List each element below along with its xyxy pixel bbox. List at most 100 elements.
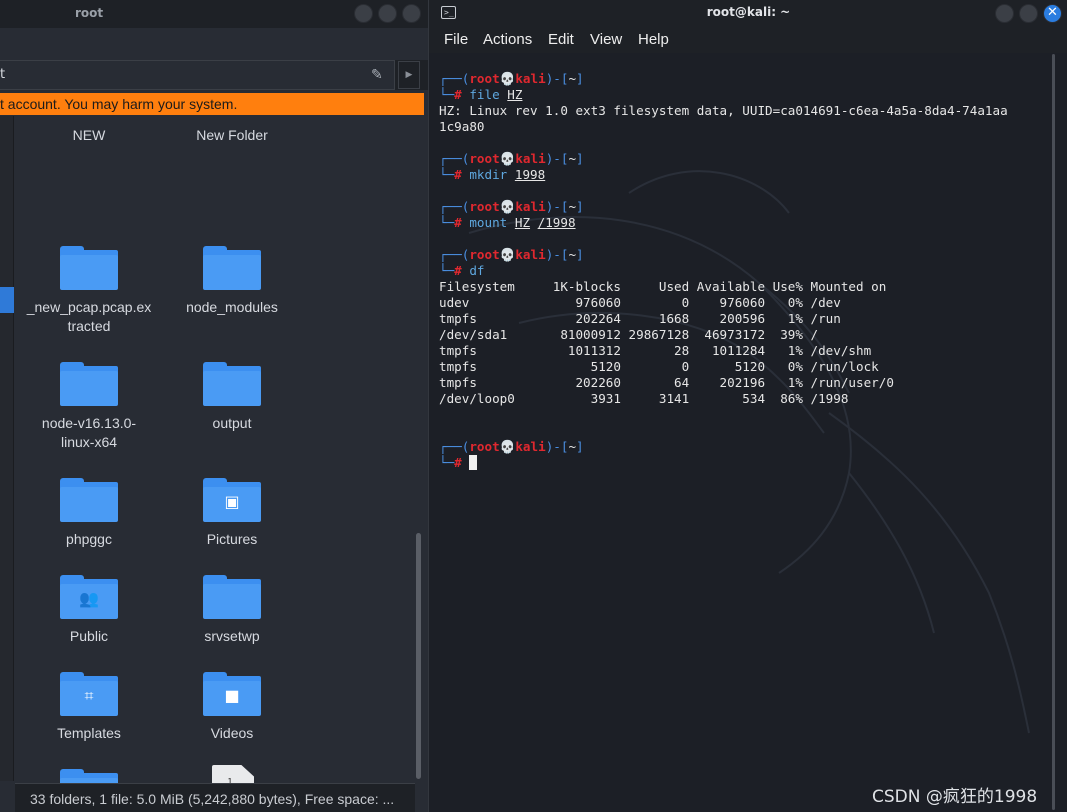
prompt-user-host: root💀kali: [469, 439, 546, 454]
prompt-dir: ~: [568, 199, 577, 214]
folder-icon: [60, 478, 118, 522]
terminal-cursor: [469, 455, 478, 470]
prompt-line: ┌──(root💀kali)-[~]: [439, 71, 1049, 87]
prompt-bracket: ┌──(: [439, 439, 470, 454]
folder-icon: [203, 575, 261, 619]
prompt-line: ┌──(root💀kali)-[~]: [439, 439, 1049, 455]
maximize-button[interactable]: [1019, 4, 1038, 23]
close-button[interactable]: ✕: [1043, 4, 1062, 23]
output-line: /dev/sda1 81000912 29867128 46973172 39%…: [439, 327, 819, 342]
file-item-label: srvsetwp: [204, 628, 260, 644]
prompt-bracket: └─: [439, 263, 455, 278]
file-item-label: output: [212, 415, 252, 431]
output-line: /dev/loop0 3931 3141 534 86% /1998: [439, 391, 849, 406]
prompt-line: ┌──(root💀kali)-[~]: [439, 247, 1049, 263]
file-manager-titlebar[interactable]: root: [0, 0, 428, 28]
command-name: file: [469, 87, 500, 102]
prompt-bracket: ]: [576, 199, 584, 214]
command-line: └─#: [439, 455, 1049, 471]
menu-view[interactable]: View: [590, 31, 622, 48]
prompt-dir: ~: [568, 439, 577, 454]
prompt-bracket: └─: [439, 215, 455, 230]
folder-icon: 👥: [60, 575, 118, 619]
terminal-scrollbar[interactable]: [1052, 54, 1055, 810]
folder-icon: [60, 246, 118, 290]
prompt-hash: #: [454, 455, 470, 470]
prompt-bracket: )-[: [545, 247, 569, 262]
command-name: mkdir: [469, 167, 508, 182]
prompt-user-host: root💀kali: [469, 151, 546, 166]
prompt-bracket: └─: [439, 167, 455, 182]
prompt-bracket: └─: [439, 455, 455, 470]
terminal-output[interactable]: ┌──(root💀kali)-[~] └─# file HZ HZ: Linux r…: [439, 71, 1049, 471]
prompt-bracket: ]: [576, 439, 584, 454]
command-line: └─# mount HZ /1998: [439, 215, 1049, 231]
watermark: CSDN @疯狂的1998: [872, 787, 1038, 807]
prompt-bracket: ┌──(: [439, 151, 470, 166]
prompt-hash: #: [454, 215, 470, 230]
output-line: tmpfs 202260 64 202196 1% /run/user/0: [439, 375, 894, 390]
sidebar: [0, 116, 14, 781]
status-text: 33 folders, 1 file: 5.0 MiB (5,242,880 b…: [30, 791, 395, 807]
chevron-right-icon[interactable]: ▶: [398, 61, 420, 89]
file-item-label: Pictures: [206, 531, 258, 547]
command-arg: /1998: [537, 215, 576, 230]
maximize-button[interactable]: [378, 4, 397, 23]
terminal-titlebar[interactable]: >_ root@kali: ~ ✕: [429, 0, 1067, 27]
prompt-bracket: )-[: [545, 199, 569, 214]
pencil-icon[interactable]: ✎: [371, 67, 383, 83]
menu-file[interactable]: File: [444, 31, 468, 48]
file-item-label: node_modules: [186, 299, 278, 315]
scrollbar[interactable]: [416, 533, 421, 779]
sidebar-item-selected[interactable]: [0, 287, 14, 313]
folder-icon: ■: [203, 672, 261, 716]
folder-icon: ▣: [203, 478, 261, 522]
status-bar: 33 folders, 1 file: 5.0 MiB (5,242,880 b…: [15, 783, 415, 812]
prompt-bracket: ]: [576, 151, 584, 166]
window-title: root@kali: ~: [706, 5, 791, 19]
output-line: Filesystem 1K-blocks Used Available Use%…: [439, 279, 887, 294]
menu-bar: File Actions Edit View Help: [429, 27, 1067, 53]
people-icon: 👥: [79, 589, 99, 608]
file-item-label: _new_pcap.pcap.ex tracted: [26, 299, 152, 334]
command-arg: 1998: [514, 167, 546, 182]
file-manager-window: root t ✎ ▶ t account. You may harm your …: [0, 0, 428, 812]
output-line: HZ: Linux rev 1.0 ext3 filesystem data, …: [439, 103, 1008, 118]
prompt-user-host: root💀kali: [469, 199, 546, 214]
location-field[interactable]: t ✎: [0, 60, 395, 90]
file-item-label: NEW: [72, 127, 106, 143]
location-text: t: [0, 67, 6, 82]
command-line: └─# mkdir 1998: [439, 167, 1049, 183]
file-item-label: phpggc: [66, 531, 112, 547]
output-line: tmpfs 1011312 28 1011284 1% /dev/shm: [439, 343, 872, 358]
file-item-label: node-v16.13.0- linux-x64: [41, 415, 137, 450]
minimize-button[interactable]: [354, 4, 373, 23]
menu-edit[interactable]: Edit: [548, 31, 574, 48]
prompt-user-host: root💀kali: [469, 247, 546, 262]
command-line: └─# file HZ: [439, 87, 1049, 103]
folder-icon: [203, 246, 261, 290]
prompt-bracket: ]: [576, 247, 584, 262]
file-item-label: New Folder: [196, 127, 268, 143]
folder-icon: ⌗: [60, 672, 118, 716]
prompt-dir: ~: [568, 247, 577, 262]
template-icon: ⌗: [84, 686, 94, 705]
output-line: tmpfs 5120 0 5120 0% /run/lock: [439, 359, 879, 374]
prompt-bracket: ┌──(: [439, 199, 470, 214]
video-camera-icon: ■: [224, 686, 240, 705]
root-warning-bar: t account. You may harm your system.: [0, 93, 424, 115]
image-icon: ▣: [224, 492, 240, 511]
window-title: root: [75, 6, 104, 20]
close-button[interactable]: [402, 4, 421, 23]
prompt-hash: #: [454, 263, 470, 278]
menu-help[interactable]: Help: [638, 31, 669, 48]
menu-actions[interactable]: Actions: [483, 31, 532, 48]
minimize-button[interactable]: [995, 4, 1014, 23]
output-line: udev 976060 0 976060 0% /dev: [439, 295, 841, 310]
command-arg: HZ: [514, 215, 531, 230]
